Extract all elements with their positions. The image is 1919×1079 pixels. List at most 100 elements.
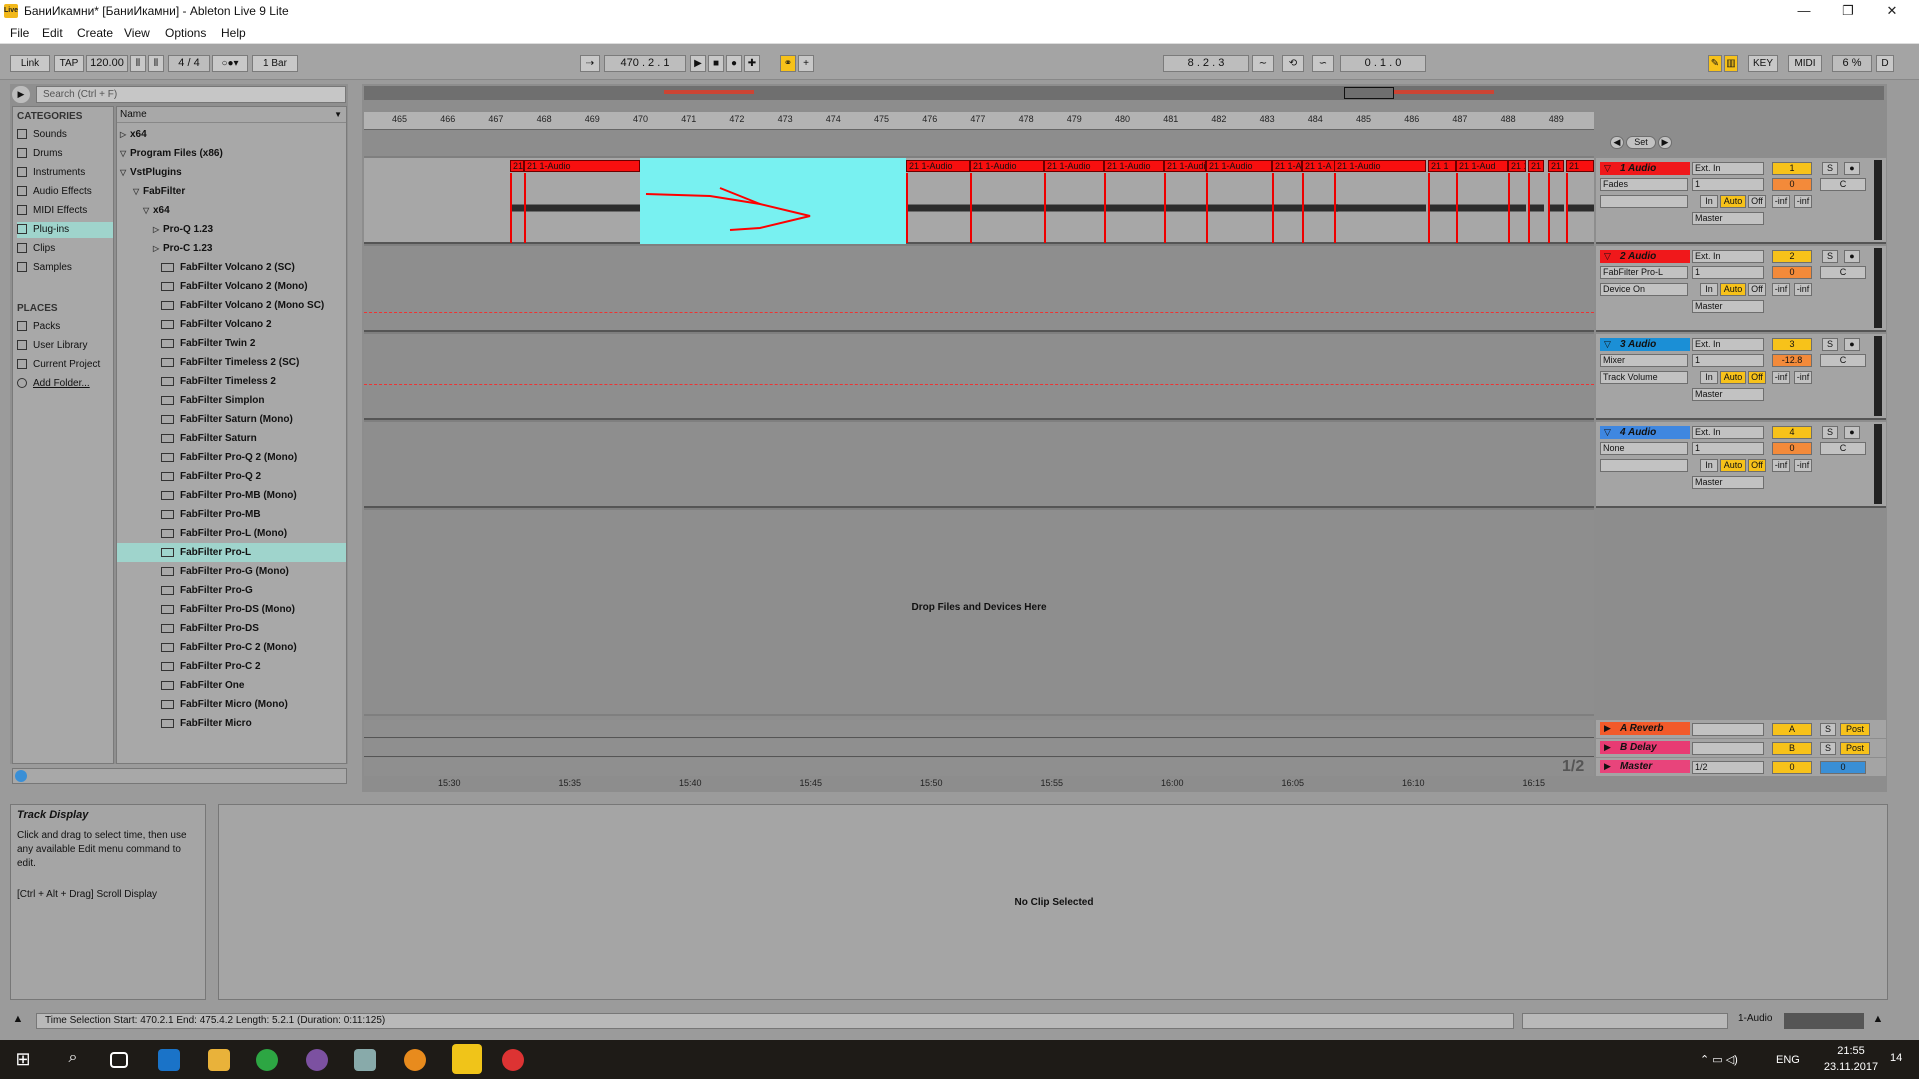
preview-icon[interactable]: [15, 770, 27, 782]
plugin-item[interactable]: FabFilter Timeless 2 (SC): [161, 353, 299, 372]
detail-toggle-icon[interactable]: ▲: [1870, 1013, 1886, 1029]
midi-map-button[interactable]: MIDI: [1788, 55, 1822, 72]
audio-clip[interactable]: 21 1-Audio: [906, 160, 970, 172]
plugin-item[interactable]: FabFilter Pro-C 2: [161, 657, 261, 676]
category-instruments[interactable]: Instruments: [17, 165, 113, 181]
preview-bar[interactable]: [12, 768, 347, 784]
return-track-2[interactable]: B Delay ▶ B S Post: [1596, 739, 1886, 757]
monitor-off-button[interactable]: Off: [1748, 459, 1766, 472]
punch-in-icon[interactable]: ∼: [1252, 55, 1274, 72]
set-locator-button[interactable]: Set: [1626, 136, 1656, 149]
language-indicator[interactable]: ENG: [1776, 1054, 1800, 1066]
device-chooser[interactable]: None: [1600, 442, 1688, 455]
plugin-item[interactable]: FabFilter Saturn (Mono): [161, 410, 293, 429]
audio-clip[interactable]: 21 1-A: [1302, 160, 1338, 172]
output-chooser[interactable]: Master: [1692, 212, 1764, 225]
pan-knob[interactable]: C: [1820, 442, 1866, 455]
solo-button[interactable]: S: [1822, 426, 1838, 439]
arrangement-overview[interactable]: [364, 86, 1884, 100]
control-chooser[interactable]: Track Volume: [1600, 371, 1688, 384]
stop-icon[interactable]: ■: [708, 55, 724, 72]
fold-track-icon[interactable]: ▽: [1604, 427, 1611, 438]
plugin-item[interactable]: FabFilter Volcano 2 (SC): [161, 258, 295, 277]
category-midi-effects[interactable]: MIDI Effects: [17, 203, 113, 219]
menu-help[interactable]: Help: [221, 26, 246, 40]
input-channel-chooser[interactable]: 1: [1692, 442, 1764, 455]
info-toggle-icon[interactable]: ▲: [10, 1013, 26, 1029]
plugin-item[interactable]: FabFilter Volcano 2 (Mono): [161, 277, 308, 296]
track-name[interactable]: 4 Audio: [1600, 426, 1690, 439]
audio-clip[interactable]: 21: [1566, 160, 1594, 172]
lane-2-audio[interactable]: [364, 246, 1594, 332]
plugin-item[interactable]: FabFilter Pro-G: [161, 581, 253, 600]
control-chooser[interactable]: [1600, 195, 1688, 208]
audio-clip[interactable]: 21 1-Audio: [524, 160, 640, 172]
overview-viewport[interactable]: [1344, 87, 1394, 99]
expand-return-icon[interactable]: ▶: [1604, 761, 1611, 772]
tray-icons[interactable]: ⌃ ▭ ◁): [1700, 1053, 1738, 1066]
sort-down-icon[interactable]: ▼: [334, 107, 342, 123]
plugin-item[interactable]: FabFilter Pro-Q 2 (Mono): [161, 448, 297, 467]
plugin-item[interactable]: FabFilter Micro: [161, 714, 252, 733]
track-activator[interactable]: 3: [1772, 338, 1812, 351]
output-chooser[interactable]: Master: [1692, 300, 1764, 313]
audio-clip[interactable]: 21 1: [1548, 160, 1564, 172]
arrangement-position-field[interactable]: 470 . 2 . 1: [604, 55, 686, 72]
folder-item[interactable]: ▽ FabFilter: [133, 182, 185, 201]
monitor-in-button[interactable]: In: [1700, 459, 1718, 472]
record-icon[interactable]: ●: [726, 55, 742, 72]
task-view-icon[interactable]: [110, 1052, 128, 1068]
collapsed-triangle-icon[interactable]: ▷: [153, 239, 163, 258]
edge-icon[interactable]: [158, 1049, 180, 1071]
next-locator-icon[interactable]: ▶: [1658, 136, 1672, 149]
output-chooser[interactable]: Master: [1692, 476, 1764, 489]
category-sounds[interactable]: Sounds: [17, 127, 113, 143]
audio-clip[interactable]: 21 1-Aud: [1456, 160, 1508, 172]
quantize-menu[interactable]: 1 Bar: [252, 55, 298, 72]
loop-start-field[interactable]: 8 . 2 . 3: [1163, 55, 1249, 72]
folder-item[interactable]: ▷ x64: [120, 125, 147, 144]
track-header-3[interactable]: 3 Audio Mixer Track Volume Ext. In 1 In Auto Of…: [1596, 334, 1886, 420]
arm-record-icon[interactable]: ●: [1844, 426, 1860, 439]
monitor-off-button[interactable]: Off: [1748, 195, 1766, 208]
return-name[interactable]: B Delay: [1600, 741, 1690, 754]
return-solo-button[interactable]: S: [1820, 723, 1836, 736]
link-button[interactable]: Link: [10, 55, 50, 72]
automation-arm-icon[interactable]: ⚭: [780, 55, 796, 72]
plugin-item[interactable]: FabFilter Pro-L (Mono): [161, 524, 287, 543]
search-input[interactable]: Search (Ctrl + F): [36, 86, 346, 103]
fold-track-icon[interactable]: ▽: [1604, 251, 1611, 262]
solo-button[interactable]: S: [1822, 338, 1838, 351]
audio-clip[interactable]: 21 1-Audio: [1164, 160, 1206, 172]
track-header-4[interactable]: 4 Audio None Ext. In 1 In Auto Off Master 4 0 -inf…: [1596, 422, 1886, 508]
monitor-off-button[interactable]: Off: [1748, 371, 1766, 384]
control-chooser[interactable]: [1600, 459, 1688, 472]
detail-view[interactable]: No Clip Selected: [218, 804, 1888, 1000]
metronome-icon[interactable]: ○●▾: [212, 55, 248, 72]
lane-b-delay[interactable]: [364, 739, 1594, 757]
name-column-header[interactable]: Name ▼: [117, 107, 346, 123]
plugin-item[interactable]: FabFilter Saturn: [161, 429, 257, 448]
plugin-item[interactable]: FabFilter Pro-G (Mono): [161, 562, 289, 581]
plugin-item[interactable]: FabFilter Pro-MB (Mono): [161, 486, 297, 505]
folder-item[interactable]: ▽ x64: [143, 201, 170, 220]
punch-out-icon[interactable]: ∽: [1312, 55, 1334, 72]
return-track-3[interactable]: Master ▶ 1/2 0 0: [1596, 758, 1886, 776]
plugin-item[interactable]: FabFilter Pro-DS (Mono): [161, 600, 295, 619]
close-button[interactable]: ✕: [1872, 2, 1912, 20]
drop-zone[interactable]: Drop Files and Devices Here: [364, 510, 1594, 714]
plugin-item[interactable]: FabFilter One: [161, 676, 244, 695]
menu-options[interactable]: Options: [165, 26, 206, 40]
track-activator[interactable]: 4: [1772, 426, 1812, 439]
return-name[interactable]: A Reverb: [1600, 722, 1690, 735]
expanded-triangle-icon[interactable]: ▽: [133, 182, 143, 201]
master-output-chooser[interactable]: 1/2: [1692, 761, 1764, 774]
plugin-item[interactable]: FabFilter Pro-MB: [161, 505, 261, 524]
place-user-library[interactable]: User Library: [17, 338, 113, 354]
pan-knob[interactable]: C: [1820, 178, 1866, 191]
solo-button[interactable]: S: [1822, 162, 1838, 175]
monitor-off-button[interactable]: Off: [1748, 283, 1766, 296]
chrome-icon[interactable]: [256, 1049, 278, 1071]
windows-start-icon[interactable]: ⊞: [12, 1049, 34, 1071]
return-solo-button[interactable]: S: [1820, 742, 1836, 755]
